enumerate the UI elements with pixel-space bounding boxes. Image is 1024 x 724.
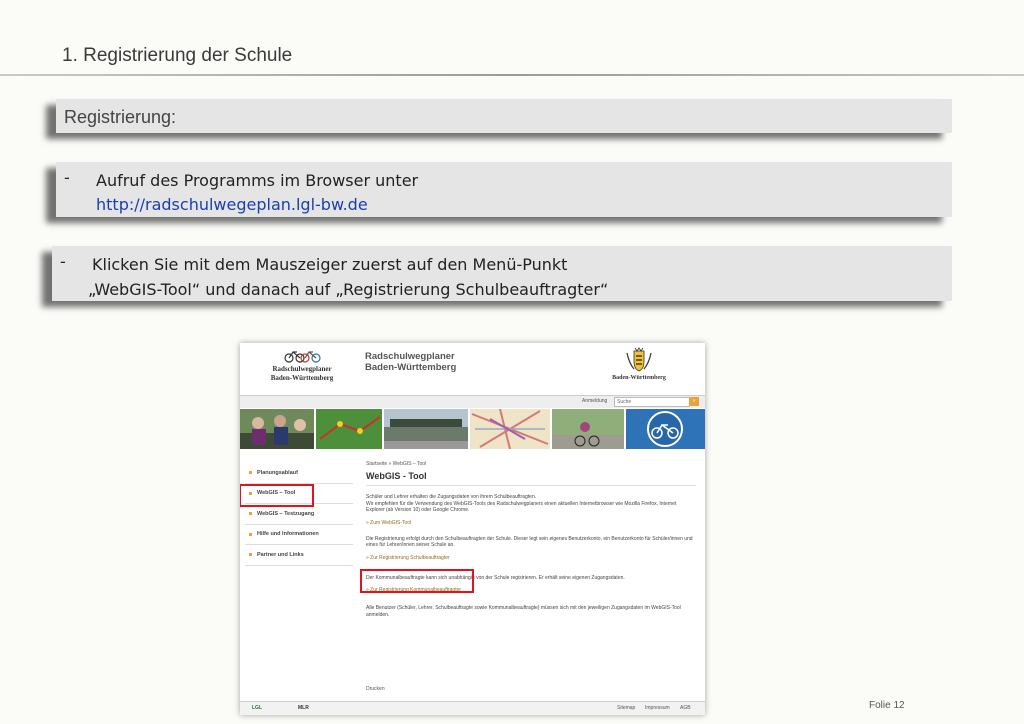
breadcrumb[interactable]: Startseite » WebGIS – Tool (366, 461, 696, 467)
link-registrierung-schulbeauftragter[interactable]: » Zur Registrierung Schulbeauftragter (366, 555, 696, 561)
nav-item-planungsablauf[interactable]: Planungsablauf (245, 463, 353, 484)
heading-text: Registrierung: (64, 107, 177, 127)
nav-item-hilfe[interactable]: Hilfe und Informationen (245, 525, 353, 545)
bullet-dash: - (60, 252, 66, 271)
site-nav: Planungsablauf WebGIS – Tool WebGIS – Te… (245, 463, 353, 566)
bullet-box-2: - Klicken Sie mit dem Mauszeiger zuerst … (52, 246, 952, 301)
nav-item-partner[interactable]: Partner und Links (245, 545, 353, 566)
logo-text-2: Baden-Württemberg (270, 374, 334, 382)
site-header: Radschulwegplaner Baden-Württemberg Rads… (240, 343, 705, 393)
search-button[interactable]: » (689, 397, 699, 406)
bullet2-text-line1: Klicken Sie mit dem Mauszeiger zuerst au… (92, 255, 568, 274)
bullet-square-icon (249, 471, 252, 475)
photo-school (384, 409, 468, 449)
photo-cyclists (240, 409, 314, 449)
state-logo-text: Baden-Württemberg (612, 375, 666, 381)
photo-banner (240, 409, 705, 449)
slide-number: Folie 12 (869, 700, 905, 711)
bicycle-sign-icon (626, 409, 705, 449)
bullet2-text-line2: „WebGIS-Tool“ und danach auf „Registrier… (88, 280, 609, 299)
search-input[interactable]: Suche (614, 397, 690, 407)
link-webgis-tool[interactable]: » Zum WebGIS-Tool (366, 520, 696, 526)
paragraph-4: Alle Benutzer (Schüler, Lehrer, Schulbea… (366, 605, 681, 618)
photo-bike-path (552, 409, 624, 449)
site-title: Radschulwegplaner Baden-Württemberg (365, 351, 456, 373)
state-logo: Baden-Württemberg (599, 347, 679, 381)
bullet-box-1: - Aufruf des Programms im Browser unter … (56, 162, 952, 217)
print-link[interactable]: Drucken (366, 686, 385, 692)
site-title-line1: Radschulwegplaner (365, 351, 455, 362)
site-footer: LGL MLR Sitemap Impressum AGB (240, 701, 705, 715)
highlight-webgis-tool (240, 484, 314, 507)
program-url-link[interactable]: http://radschulwegeplan.lgl-bw.de (96, 195, 368, 214)
bullet-square-icon (249, 532, 252, 536)
bullet-square-icon (249, 553, 252, 557)
paragraph-1b: Wir empfehlen für die Verwendung des Web… (366, 500, 677, 514)
footer-link-sitemap[interactable]: Sitemap (617, 705, 635, 711)
lgl-logo: LGL (252, 705, 262, 711)
footer-link-impressum[interactable]: Impressum (645, 705, 670, 711)
bicycle-icon (284, 351, 321, 363)
bullet-dash: - (64, 168, 70, 187)
nav-item-webgis-testzugang[interactable]: WebGIS – Testzugang (245, 504, 353, 525)
main-content: Startseite » WebGIS – Tool WebGIS - Tool… (366, 461, 696, 624)
heading-bar: Registrierung: (56, 99, 952, 133)
highlight-registrierung (360, 569, 474, 593)
footer-link-agb[interactable]: AGB (680, 705, 691, 711)
login-link[interactable]: Anmeldung (582, 398, 607, 404)
site-title-line2: Baden-Württemberg (365, 362, 457, 373)
bullet1-text: Aufruf des Programms im Browser unter (96, 171, 419, 190)
site-logo[interactable]: Radschulwegplaner Baden-Württemberg (266, 347, 338, 383)
website-screenshot: Radschulwegplaner Baden-Württemberg Rads… (240, 343, 705, 715)
coat-of-arms-icon (626, 347, 652, 372)
page-heading: WebGIS - Tool (366, 471, 696, 486)
paragraph-2: Die Registrierung erfolgt durch den Schu… (366, 535, 693, 549)
photo-map-green (316, 409, 382, 449)
photo-street-map (470, 409, 550, 449)
top-toolbar: Anmeldung Suche » (240, 395, 705, 408)
mlr-logo: MLR (298, 705, 309, 711)
logo-text-1: Radschulwegplaner (272, 365, 332, 373)
slide-title: 1. Registrierung der Schule (62, 45, 293, 66)
bullet-square-icon (249, 512, 252, 516)
title-divider (0, 74, 1024, 76)
